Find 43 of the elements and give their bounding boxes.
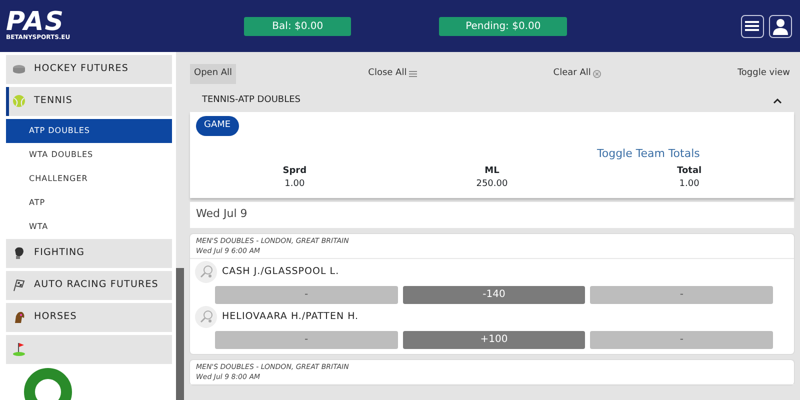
date-heading: Wed Jul 9 bbox=[196, 206, 248, 222]
league-title: TENNIS-ATP DOUBLES bbox=[202, 94, 300, 108]
scrollbar-thumb[interactable] bbox=[176, 268, 184, 400]
sidebar-subitem[interactable]: ATP DOUBLES bbox=[6, 118, 172, 142]
column-header: Sprd bbox=[282, 164, 308, 178]
menu-icon bbox=[745, 20, 759, 32]
odds-button[interactable]: -140 bbox=[402, 286, 586, 304]
checkered-flag-icon bbox=[12, 278, 26, 292]
racket-icon bbox=[195, 261, 217, 283]
toggle-team-totals-link[interactable]: Toggle Team Totals bbox=[597, 146, 700, 162]
open-all-button[interactable]: Open All bbox=[190, 64, 236, 84]
column-value: 250.00 bbox=[475, 178, 509, 191]
game-tab[interactable]: GAME bbox=[196, 116, 239, 136]
sidebar-item[interactable]: HOCKEY FUTURES bbox=[6, 54, 172, 84]
toggle-view-button[interactable]: Toggle view bbox=[733, 64, 794, 84]
column-header: ML bbox=[484, 164, 500, 178]
tennis-ball-icon bbox=[12, 94, 26, 108]
sidebar-item[interactable]: FIGHTING bbox=[6, 238, 172, 268]
list-icon bbox=[409, 70, 418, 78]
column-value: 1.00 bbox=[678, 178, 700, 191]
column-value: 1.00 bbox=[284, 178, 306, 191]
column-header: Total bbox=[676, 164, 703, 178]
odds-button[interactable]: +100 bbox=[402, 330, 586, 348]
team-name: CASH J./GLASSPOOL L. bbox=[222, 264, 340, 279]
sidebar-item[interactable]: AUTO RACING FUTURES bbox=[6, 270, 172, 300]
sidebar-item[interactable]: HORSES bbox=[6, 302, 172, 332]
horse-icon bbox=[12, 310, 26, 324]
chevron-up-icon[interactable] bbox=[773, 98, 782, 104]
hockey-puck-icon bbox=[12, 62, 26, 76]
sidebar-item[interactable]: TENNIS bbox=[6, 86, 172, 116]
user-icon bbox=[772, 18, 788, 34]
team-name: HELIOVAARA H./PATTEN H. bbox=[222, 310, 359, 324]
logo[interactable]: PAS bbox=[6, 10, 70, 34]
boxing-glove-icon bbox=[12, 246, 26, 260]
golf-flag-icon bbox=[12, 342, 26, 356]
balance-button[interactable]: Bal: $0.00 bbox=[244, 16, 352, 36]
racket-icon bbox=[195, 306, 217, 328]
pending-button[interactable]: Pending: $0.00 bbox=[439, 16, 568, 36]
clear-all-button[interactable]: Clear All bbox=[549, 64, 606, 84]
close-all-button[interactable]: Close All bbox=[364, 64, 422, 84]
clear-icon bbox=[593, 70, 602, 78]
menu-button[interactable] bbox=[740, 14, 764, 38]
account-button[interactable] bbox=[768, 14, 792, 38]
